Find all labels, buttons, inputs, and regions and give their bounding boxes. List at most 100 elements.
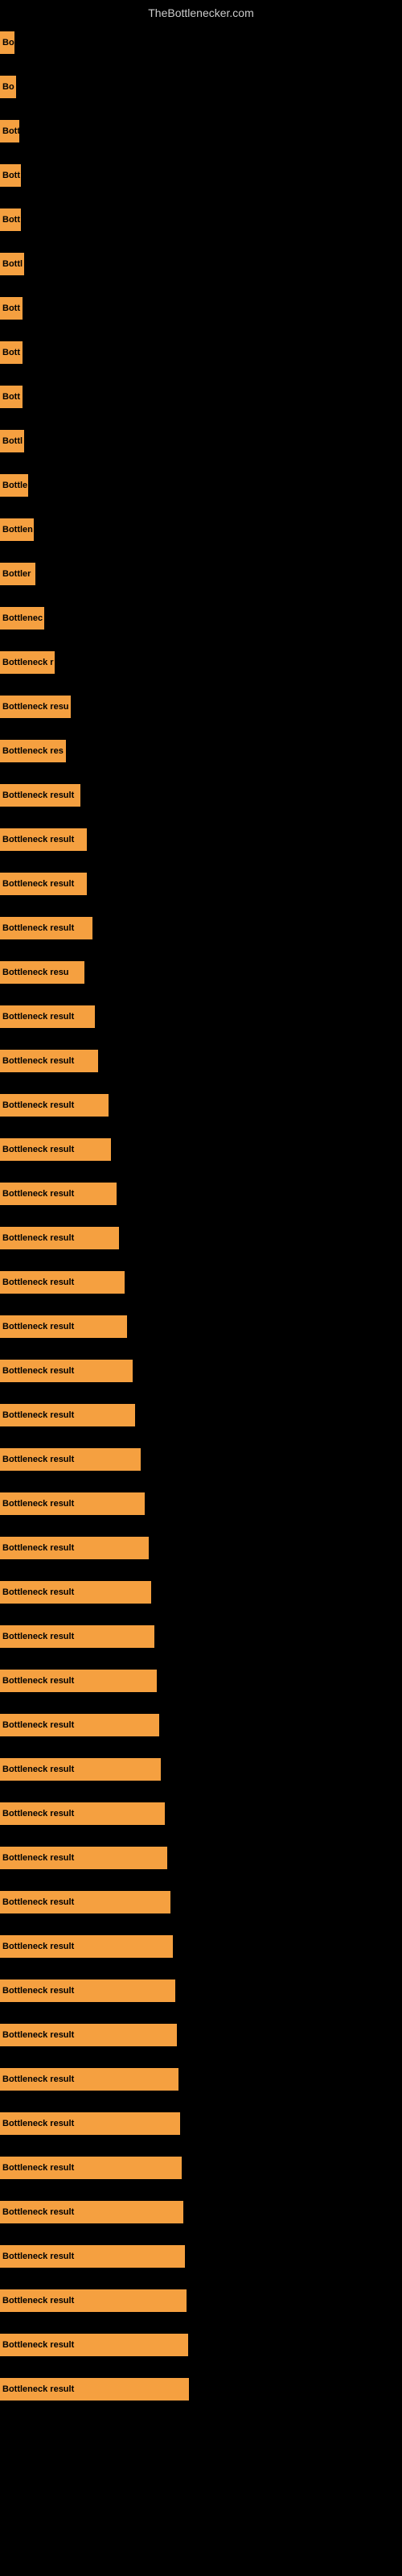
bar-label: Bott [0, 120, 19, 142]
bar-label: Bottleneck result [0, 1758, 161, 1781]
bar-label: Bottleneck result [0, 1404, 135, 1426]
bar-label: Bottleneck result [0, 1670, 157, 1692]
bar-item: Bottler [0, 551, 402, 596]
bar-label: Bottleneck result [0, 1581, 151, 1604]
bar-item: Bottleneck result [0, 1658, 402, 1703]
bar-item: Bottle [0, 463, 402, 507]
bar-label: Bottleneck result [0, 1448, 141, 1471]
bars-container: Bo Bo Bott Bott Bott Bottl Bott Bott Bott Bottl Bo… [0, 20, 402, 2411]
bar-item: Bott [0, 374, 402, 419]
bar-item: Bottleneck result [0, 1747, 402, 1791]
bar-item: Bottlen [0, 507, 402, 551]
bar-label: Bottleneck r [0, 651, 55, 674]
bar-item: Bottleneck result [0, 1570, 402, 1614]
bar-item: Bottleneck result [0, 1171, 402, 1216]
bar-item: Bottleneck result [0, 817, 402, 861]
bar-label: Bottleneck result [0, 2112, 180, 2135]
bar-item: Bottleneck resu [0, 950, 402, 994]
bar-item: Bottleneck result [0, 1880, 402, 1924]
bar-item: Bottleneck result [0, 1304, 402, 1348]
bar-item: Bottleneck result [0, 2322, 402, 2367]
bar-label: Bottleneck result [0, 1847, 167, 1869]
bar-item: Bottleneck result [0, 1348, 402, 1393]
bar-label: Bottleneck resu [0, 696, 71, 718]
bar-label: Bottleneck result [0, 1271, 125, 1294]
bar-label: Bottler [0, 563, 35, 585]
bar-label: Bottleneck result [0, 1227, 119, 1249]
bar-item: Bottl [0, 419, 402, 463]
bar-label: Bo [0, 31, 14, 54]
bar-label: Bottleneck result [0, 1094, 109, 1117]
bar-label: Bott [0, 208, 21, 231]
bar-label: Bottleneck result [0, 828, 87, 851]
bar-label: Bott [0, 341, 23, 364]
bar-item: Bo [0, 64, 402, 109]
bar-item: Bottleneck result [0, 2145, 402, 2190]
bar-item: Bottleneck result [0, 1127, 402, 1171]
bar-label: Bottleneck result [0, 1005, 95, 1028]
bar-item: Bottleneck res [0, 729, 402, 773]
bar-item: Bott [0, 330, 402, 374]
bar-label: Bottleneck result [0, 2334, 188, 2356]
bar-item: Bottleneck result [0, 1791, 402, 1835]
bar-label: Bottleneck result [0, 1891, 170, 1913]
bar-item: Bottleneck result [0, 994, 402, 1038]
bar-label: Bottleneck result [0, 2245, 185, 2268]
bar-label: Bottleneck result [0, 2201, 183, 2223]
bar-label: Bottleneck result [0, 1315, 127, 1338]
bar-label: Bottle [0, 474, 28, 497]
bar-label: Bott [0, 164, 21, 187]
bar-item: Bottleneck result [0, 861, 402, 906]
bar-label: Bottleneck result [0, 1492, 145, 1515]
bar-label: Bottleneck result [0, 1537, 149, 1559]
bar-item: Bottleneck result [0, 1924, 402, 1968]
bar-label: Bottleneck result [0, 2024, 177, 2046]
bar-label: Bo [0, 76, 16, 98]
bar-item: Bottleneck result [0, 1703, 402, 1747]
bar-label: Bottleneck res [0, 740, 66, 762]
bar-item: Bott [0, 153, 402, 197]
bar-item: Bottleneck result [0, 906, 402, 950]
bar-item: Bottleneck result [0, 1038, 402, 1083]
bar-label: Bottleneck result [0, 784, 80, 807]
bar-item: Bott [0, 197, 402, 242]
bar-label: Bottleneck result [0, 1360, 133, 1382]
bar-item: Bottleneck result [0, 2190, 402, 2234]
bar-label: Bottleneck result [0, 2378, 189, 2401]
bar-label: Bottleneck resu [0, 961, 84, 984]
bar-item: Bott [0, 109, 402, 153]
bar-item: Bottleneck result [0, 1260, 402, 1304]
bar-item: Bottleneck result [0, 1216, 402, 1260]
site-title: TheBottlenecker.com [0, 0, 402, 23]
bar-label: Bott [0, 386, 23, 408]
bar-item: Bottl [0, 242, 402, 286]
bar-label: Bottleneck result [0, 2289, 187, 2312]
bar-item: Bottleneck result [0, 773, 402, 817]
bar-label: Bottleneck result [0, 1183, 117, 1205]
bar-label: Bottleneck result [0, 917, 92, 939]
bar-item: Bottlenec [0, 596, 402, 640]
bar-label: Bottleneck result [0, 2157, 182, 2179]
bar-label: Bottleneck result [0, 1050, 98, 1072]
bar-label: Bott [0, 297, 23, 320]
bar-item: Bottleneck result [0, 1835, 402, 1880]
bar-item: Bottleneck result [0, 1393, 402, 1437]
bar-label: Bottl [0, 253, 24, 275]
bar-label: Bottleneck result [0, 1935, 173, 1958]
bar-item: Bottleneck result [0, 1437, 402, 1481]
bar-item: Bo [0, 20, 402, 64]
bar-label: Bottleneck result [0, 873, 87, 895]
bar-label: Bottl [0, 430, 24, 452]
bar-label: Bottlenec [0, 607, 44, 630]
bar-label: Bottleneck result [0, 2068, 178, 2091]
bar-item: Bottleneck result [0, 2278, 402, 2322]
bar-label: Bottleneck result [0, 1138, 111, 1161]
bar-item: Bottleneck result [0, 1525, 402, 1570]
bar-item: Bottleneck result [0, 2013, 402, 2057]
bar-item: Bottleneck result [0, 1481, 402, 1525]
bar-item: Bottleneck result [0, 1083, 402, 1127]
bar-item: Bott [0, 286, 402, 330]
bar-item: Bottleneck result [0, 1968, 402, 2013]
bar-label: Bottleneck result [0, 1979, 175, 2002]
bar-label: Bottleneck result [0, 1625, 154, 1648]
